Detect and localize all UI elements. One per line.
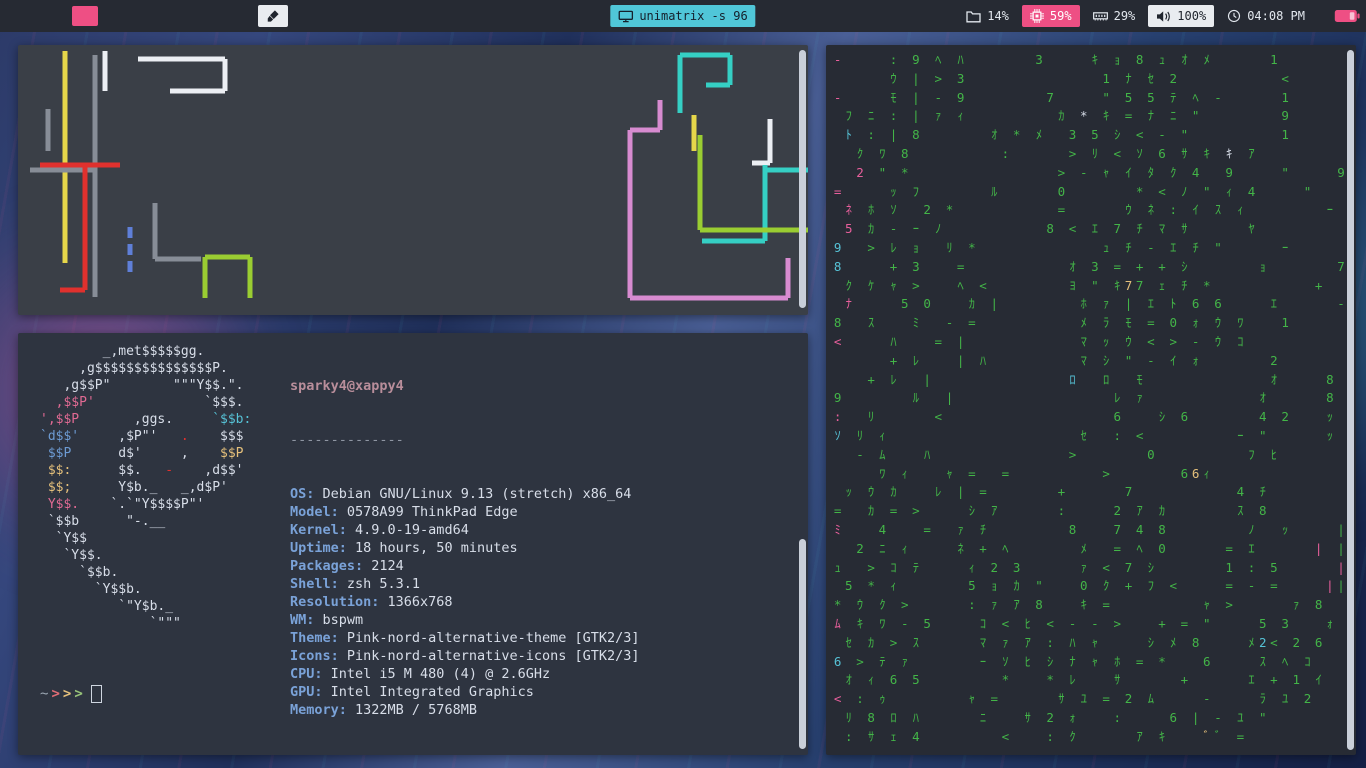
prompt-cwd: ~	[40, 686, 49, 702]
disk-module[interactable]: 14%	[966, 9, 1009, 23]
workspace-indicator[interactable]	[72, 6, 98, 26]
neofetch-info-block: sparky4@xappy4 -------------- OS: Debian…	[290, 341, 640, 755]
paint-tool-module[interactable]	[258, 5, 288, 27]
pipes-terminal-window[interactable]	[18, 45, 808, 315]
focused-window-title: unimatrix -s 96	[639, 9, 748, 23]
prompt-chevrons: > > >	[51, 686, 83, 702]
bar-right-modules: 14% 59% 29% 100% 04:08 PM	[966, 0, 1360, 32]
shell-prompt[interactable]: ~ > > >	[40, 685, 102, 703]
top-bar: unimatrix -s 96 14% 59% 29% 100% 04:08 P…	[0, 0, 1366, 32]
terminal-window-icon	[618, 10, 634, 22]
neofetch-user-host: sparky4@xappy4	[290, 378, 404, 394]
pipes-screensaver	[30, 51, 808, 301]
neofetch-scrollbar[interactable]	[799, 539, 806, 749]
battery-module[interactable]	[1334, 9, 1360, 23]
cpu-usage-value: 59%	[1049, 9, 1072, 23]
focused-window-title-module[interactable]: unimatrix -s 96	[610, 5, 756, 27]
cpu-chip-icon	[1029, 9, 1044, 23]
pipes-scrollbar[interactable]	[799, 50, 806, 308]
memory-usage-value: 29%	[1113, 9, 1136, 23]
neofetch-terminal-window[interactable]: _,met$$$$$gg. ,g$$$$$$$$$$$$$$$P. ,g$$P"…	[18, 333, 808, 755]
folder-icon	[966, 10, 981, 22]
neofetch-info-lines: OS: Debian GNU/Linux 9.13 (stretch) x86_…	[290, 486, 640, 718]
matrix-rain-text: - : 9 ﾍ ﾊ 3 ｷ ｮ 8 ｭ ｵ ﾒ 1 ｳ | > 3 1 ﾅ ｾ …	[833, 52, 1344, 749]
debian-ascii-logo: _,met$$$$$gg. ,g$$$$$$$$$$$$$$$P. ,g$$P"…	[40, 344, 252, 631]
time-value: 04:08 PM	[1247, 9, 1305, 23]
volume-value: 100%	[1177, 9, 1207, 23]
paintbrush-icon	[267, 10, 279, 22]
cpu-module[interactable]: 59%	[1021, 5, 1080, 27]
battery-icon	[1334, 10, 1360, 22]
memory-module[interactable]: 29%	[1092, 9, 1136, 23]
speaker-icon	[1157, 10, 1171, 22]
unimatrix-terminal-window[interactable]: - : 9 ﾍ ﾊ 3 ｷ ｮ 8 ｭ ｵ ﾒ 1 ｳ | > 3 1 ﾅ ｾ …	[826, 45, 1356, 755]
unimatrix-scrollbar[interactable]	[1347, 50, 1354, 750]
disk-usage-value: 14%	[987, 9, 1009, 23]
neofetch-underline: --------------	[290, 432, 404, 448]
clock-module[interactable]: 04:08 PM	[1227, 9, 1305, 23]
ram-icon	[1092, 12, 1108, 21]
volume-module[interactable]: 100%	[1148, 5, 1215, 27]
clock-icon	[1228, 9, 1241, 23]
text-cursor	[90, 685, 102, 703]
